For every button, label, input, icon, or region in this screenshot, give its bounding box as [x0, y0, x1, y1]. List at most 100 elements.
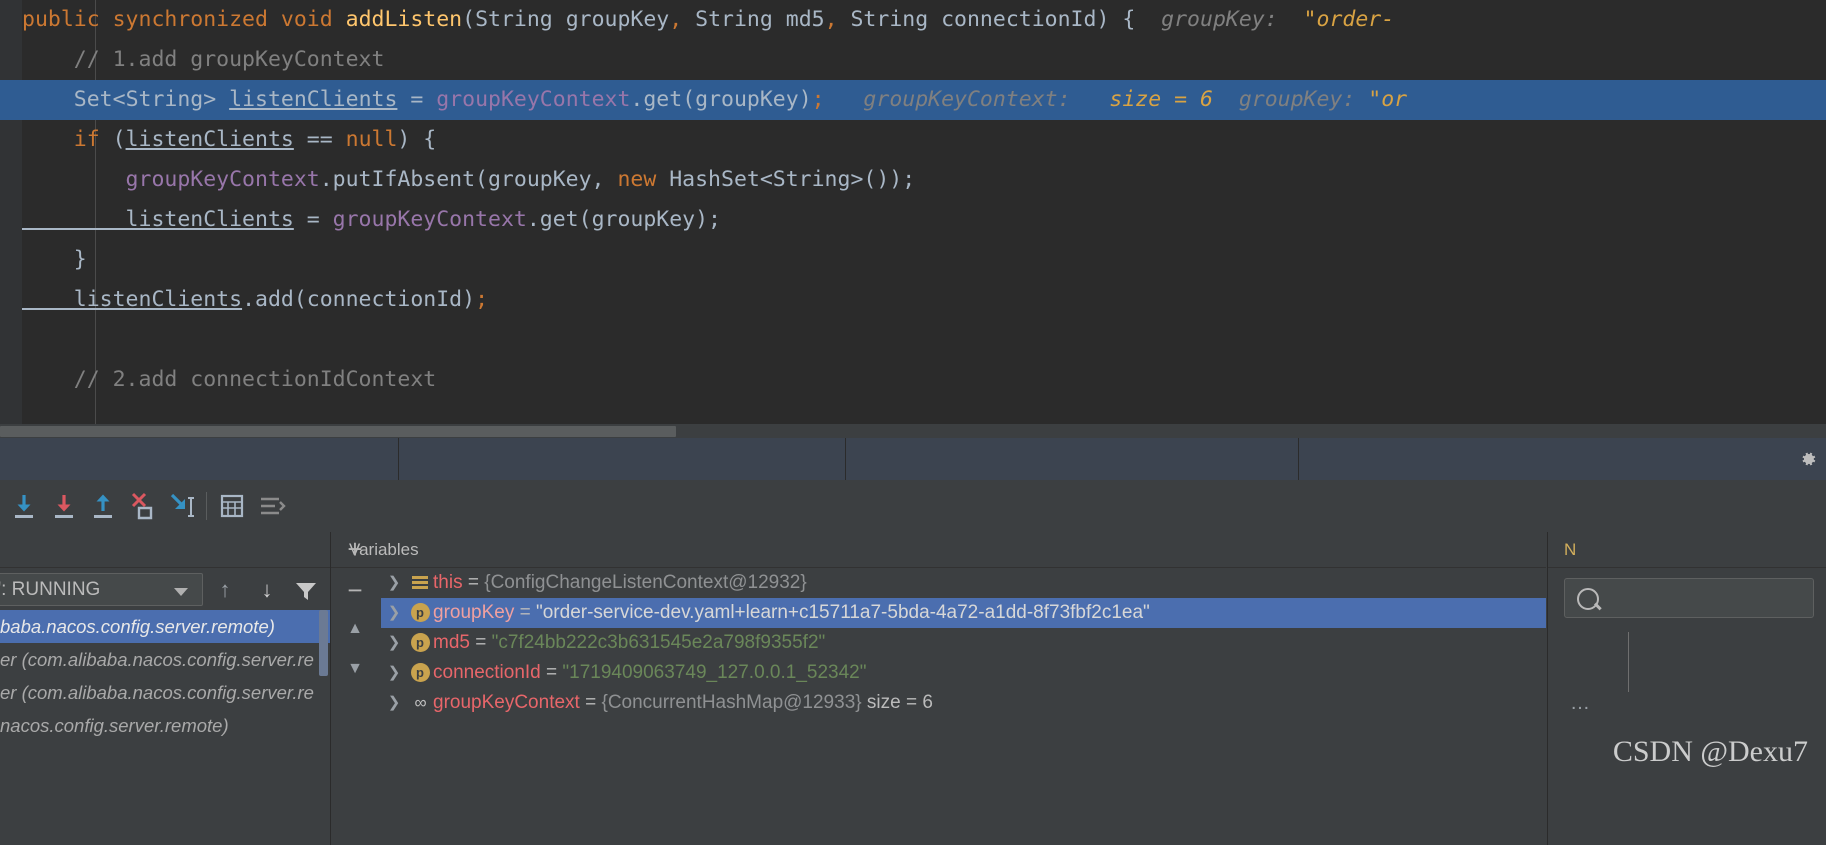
- overflow-menu-icon[interactable]: …: [1570, 692, 1592, 715]
- variables-panel-header: Variables: [331, 532, 1546, 568]
- gear-icon[interactable]: [1798, 449, 1818, 469]
- search-input[interactable]: [1564, 578, 1814, 618]
- code-token: String: [837, 7, 929, 32]
- code-token: groupKeyContext: [436, 87, 631, 112]
- code-token: md5: [772, 7, 825, 32]
- expand-chevron-icon[interactable]: ❯: [381, 568, 407, 598]
- code-token: null: [345, 127, 398, 152]
- code-token: >: [203, 87, 230, 112]
- tool-window-tab-strip[interactable]: [0, 438, 1826, 480]
- step-out-icon[interactable]: [85, 488, 121, 524]
- code-token: addListen: [345, 7, 463, 32]
- frames-down-button[interactable]: ↓: [255, 578, 279, 602]
- parameter-icon: p: [407, 598, 433, 628]
- filter-funnel-icon[interactable]: [294, 580, 318, 602]
- watches-header-label: N: [1564, 540, 1577, 559]
- frame-row[interactable]: er (com.alibaba.nacos.config.server.re: [0, 676, 330, 709]
- variable-row[interactable]: ❯ p groupKey = "order-service-dev.yaml+lea…: [381, 598, 1546, 628]
- tab-cell-frames[interactable]: [0, 438, 399, 480]
- idea-debugger-window: public synchronized void addListen(Strin…: [0, 0, 1826, 845]
- code-token: listenClients: [22, 207, 294, 232]
- run-to-cursor-icon[interactable]: [164, 488, 200, 524]
- variable-equals: =: [462, 572, 485, 594]
- code-token: groupKey:: [1212, 87, 1356, 112]
- debug-stepping-toolbar[interactable]: [0, 480, 1826, 533]
- thread-selector-dropdown[interactable]: ain": RUNNING: [0, 573, 203, 606]
- code-token: <: [759, 167, 773, 192]
- expand-chevron-icon[interactable]: ❯: [381, 688, 407, 718]
- variable-equals: =: [469, 632, 492, 654]
- frames-list[interactable]: baba.nacos.config.server.remote) er (com.…: [0, 610, 330, 845]
- tab-cell-console[interactable]: [399, 438, 846, 480]
- code-token: .get(groupKey): [630, 87, 812, 112]
- code-token: ;: [475, 287, 489, 312]
- variable-row[interactable]: ❯ this = {ConfigChangeListenContext@12932…: [381, 568, 1546, 598]
- code-line: public synchronized void addListen(Strin…: [0, 0, 1826, 40]
- code-token: groupKeyContext: [22, 167, 320, 192]
- code-token: // 2.add connectionIdContext: [22, 367, 437, 392]
- add-watch-button[interactable]: +: [341, 535, 369, 563]
- frames-toolbar[interactable]: ain": RUNNING ↑ ↓: [0, 568, 330, 610]
- frame-row-label: er (com.alibaba.nacos.config.server.re: [0, 682, 314, 703]
- tab-cell-watches[interactable]: [1299, 438, 1826, 480]
- remove-watch-button[interactable]: −: [341, 576, 369, 604]
- show-execution-point-icon[interactable]: [253, 488, 289, 524]
- code-token: String: [682, 7, 773, 32]
- code-token: (: [112, 127, 126, 152]
- scrollbar-thumb[interactable]: [0, 426, 676, 437]
- frame-row[interactable]: baba.nacos.config.server.remote): [0, 610, 330, 643]
- code-line: }: [0, 240, 1826, 280]
- move-watch-up-button[interactable]: ▲: [341, 620, 369, 642]
- frames-scrollbar-thumb[interactable]: [319, 610, 328, 676]
- frame-row[interactable]: nacos.config.server.remote): [0, 709, 330, 742]
- code-token: String: [475, 7, 553, 32]
- code-token: groupKeyContext:: [824, 87, 1071, 112]
- frame-row-label: nacos.config.server.remote): [0, 715, 229, 736]
- tab-cell-variables[interactable]: [846, 438, 1299, 480]
- chevron-down-icon[interactable]: [174, 588, 188, 596]
- code-token: ) {: [1096, 7, 1136, 32]
- move-watch-down-button[interactable]: ▼: [341, 660, 369, 682]
- code-token: .putIfAbsent(groupKey,: [319, 167, 618, 192]
- watches-panel: N …: [1547, 532, 1826, 845]
- code-token: public: [22, 7, 113, 32]
- expand-chevron-icon[interactable]: ❯: [381, 658, 407, 688]
- code-lines: public synchronized void addListen(Strin…: [0, 0, 1826, 430]
- code-token: listenClients: [22, 287, 243, 312]
- frame-row[interactable]: er (com.alibaba.nacos.config.server.re: [0, 643, 330, 676]
- code-token: if: [22, 127, 113, 152]
- code-token: new: [617, 167, 670, 192]
- code-editor[interactable]: public synchronized void addListen(Strin…: [0, 0, 1826, 430]
- code-token: "or: [1355, 87, 1408, 112]
- parameter-icon: p: [407, 658, 433, 688]
- variable-string-value: "c7f24bb222c3b631545e2a798f9355f2": [491, 632, 826, 654]
- step-into-icon[interactable]: [46, 488, 82, 524]
- evaluate-expression-icon[interactable]: [214, 488, 250, 524]
- code-token: >());: [850, 167, 916, 192]
- variable-string-value: "1719409063749_127.0.0.1_52342": [562, 662, 867, 684]
- expand-chevron-icon[interactable]: ❯: [381, 598, 407, 628]
- code-line: listenClients = groupKeyContext.get(grou…: [0, 200, 1826, 240]
- code-line: // 2.add connectionIdContext: [0, 360, 1826, 400]
- thread-selector-value: ain": RUNNING: [0, 579, 101, 600]
- variable-row[interactable]: ❯ ∞ groupKeyContext = {ConcurrentHashMap@1…: [381, 688, 1546, 718]
- frames-panel: ain": RUNNING ↑ ↓ baba.nacos.config.serv…: [0, 532, 331, 845]
- panel-divider: [1628, 632, 1629, 692]
- code-token: String: [772, 167, 851, 192]
- editor-horizontal-scrollbar[interactable]: [0, 424, 1826, 438]
- code-token: synchronized: [112, 7, 281, 32]
- code-token: groupKey: [552, 7, 670, 32]
- force-step-into-icon[interactable]: [125, 488, 161, 524]
- code-token: listenClients: [229, 87, 398, 112]
- variables-list[interactable]: ❯ this = {ConfigChangeListenContext@12932…: [381, 568, 1546, 845]
- watermark-text: CSDN @Dexu7: [1612, 735, 1808, 768]
- code-token: ,: [824, 7, 838, 32]
- variable-row[interactable]: ❯ p connectionId = "1719409063749_127.0.0.…: [381, 658, 1546, 688]
- variable-row[interactable]: ❯ p md5 = "c7f24bb222c3b631545e2a798f9355f…: [381, 628, 1546, 658]
- expand-chevron-icon[interactable]: ❯: [381, 628, 407, 658]
- frame-row-label: er (com.alibaba.nacos.config.server.re: [0, 649, 314, 670]
- variable-name: connectionId: [433, 662, 541, 684]
- variable-equals: =: [514, 602, 536, 624]
- step-over-icon[interactable]: [6, 488, 42, 524]
- frames-up-button[interactable]: ↑: [213, 578, 237, 602]
